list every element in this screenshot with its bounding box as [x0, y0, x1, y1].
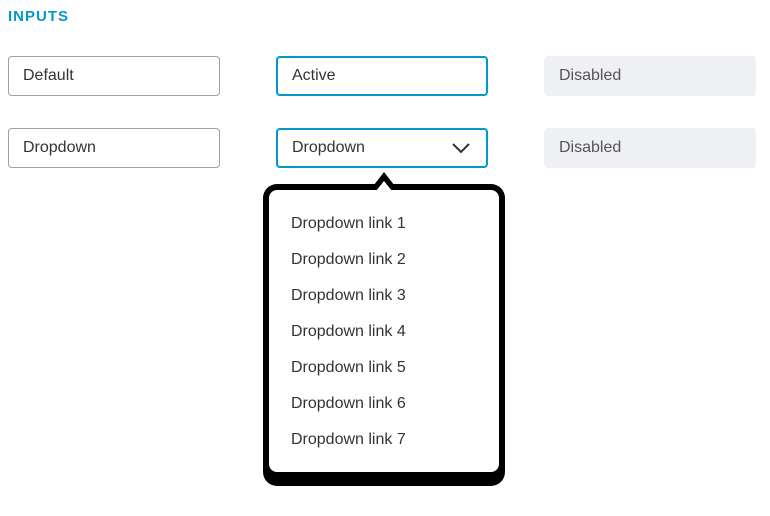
dropdown-disabled: Disabled: [544, 128, 756, 168]
input-default[interactable]: Default: [8, 56, 220, 96]
dropdown-default-label: Dropdown: [23, 139, 96, 157]
dropdown-disabled-label: Disabled: [559, 139, 621, 157]
input-disabled-label: Disabled: [559, 67, 621, 85]
input-default-label: Default: [23, 67, 74, 85]
dropdown-link[interactable]: Dropdown link 2: [269, 242, 499, 278]
dropdown-default[interactable]: Dropdown: [8, 128, 220, 168]
dropdown-link[interactable]: Dropdown link 6: [269, 386, 499, 422]
dropdown-link[interactable]: Dropdown link 3: [269, 278, 499, 314]
dropdown-active-label: Dropdown: [292, 139, 365, 157]
popover-caret-icon: [370, 172, 398, 190]
input-active[interactable]: Active: [276, 56, 488, 96]
input-active-label: Active: [292, 67, 336, 85]
dropdown-link[interactable]: Dropdown link 1: [269, 206, 499, 242]
dropdown-link[interactable]: Dropdown link 4: [269, 314, 499, 350]
section-title: INPUTS: [8, 8, 69, 25]
dropdown-menu: Dropdown link 1 Dropdown link 2 Dropdown…: [269, 190, 499, 472]
dropdown-link[interactable]: Dropdown link 7: [269, 422, 499, 458]
chevron-down-icon: [452, 142, 470, 154]
dropdown-row: Dropdown Dropdown Disabled: [8, 128, 756, 168]
dropdown-link[interactable]: Dropdown link 5: [269, 350, 499, 386]
input-disabled: Disabled: [544, 56, 756, 96]
input-row-1: Default Active Disabled: [8, 56, 756, 96]
dropdown-active[interactable]: Dropdown: [276, 128, 488, 168]
